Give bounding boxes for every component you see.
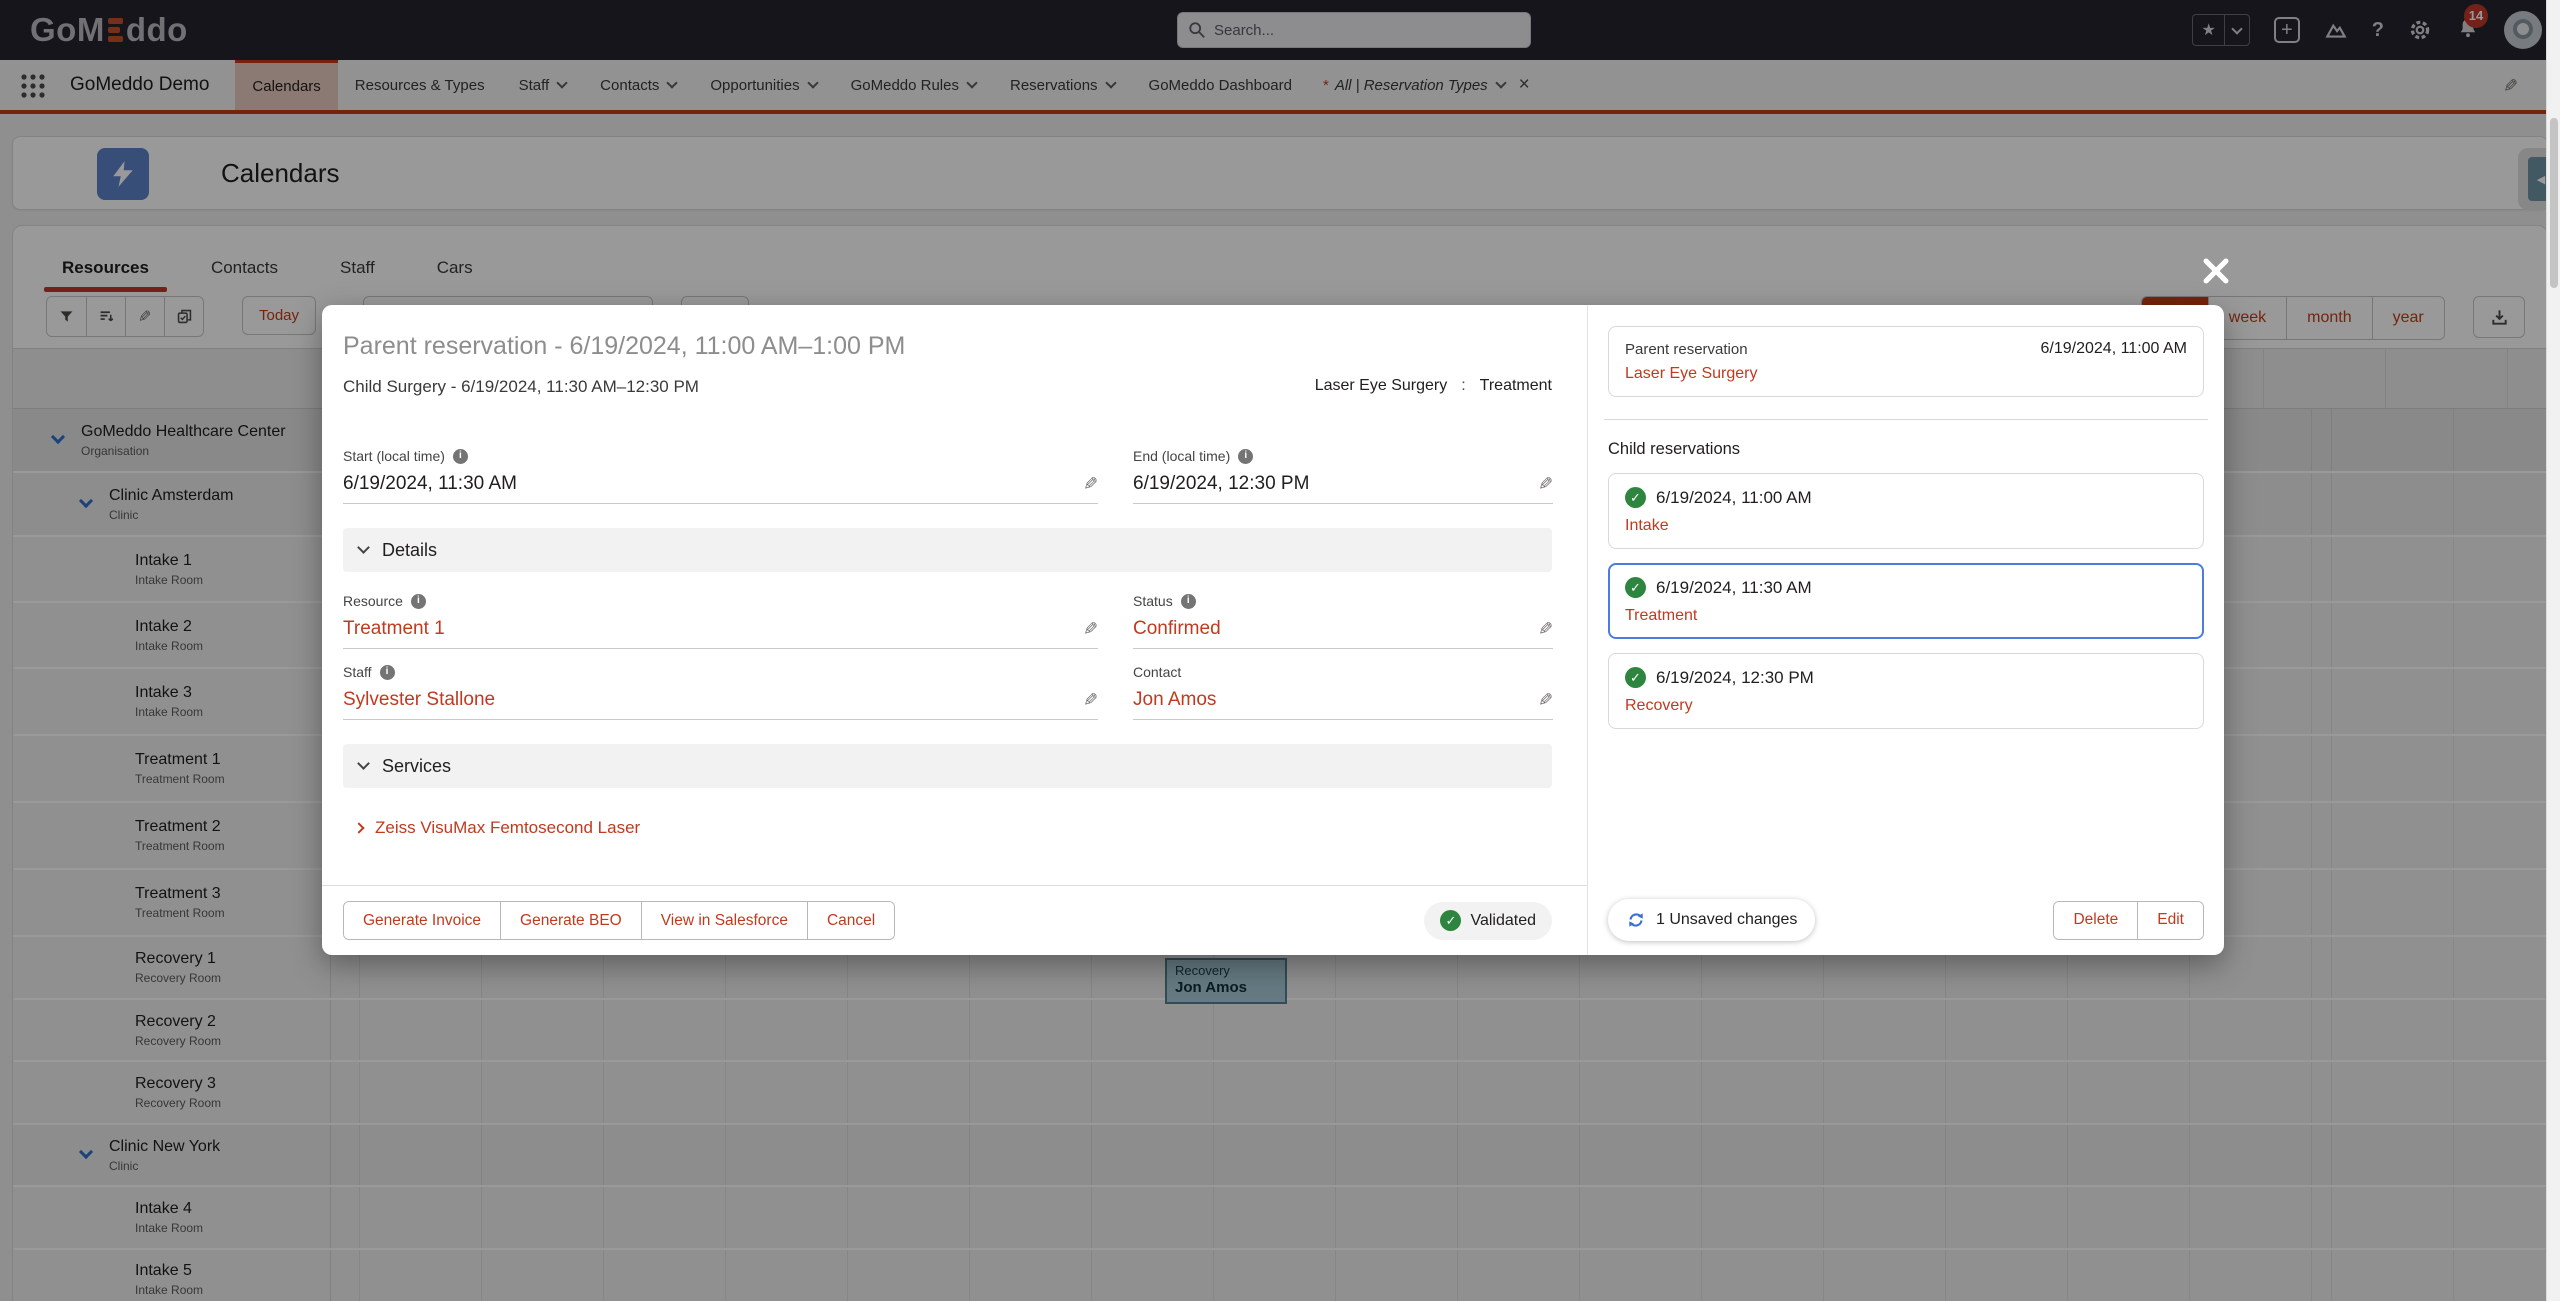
child-link[interactable]: Treatment (1625, 607, 2187, 625)
validated-badge: ✓ Validated (1424, 902, 1552, 940)
modal-close-icon[interactable] (2196, 252, 2236, 292)
info-icon[interactable]: i (411, 594, 426, 609)
parent-reservation-date: 6/19/2024, 11:00 AM (2041, 340, 2187, 358)
end-value: 6/19/2024, 12:30 PM (1133, 473, 1309, 495)
reservation-meta: Laser Eye Surgery:Treatment (1315, 377, 1552, 395)
check-icon: ✓ (1625, 667, 1646, 688)
child-link[interactable]: Recovery (1625, 697, 2187, 715)
meta-reservation-type: Treatment (1480, 377, 1552, 394)
info-icon[interactable]: i (1181, 594, 1196, 609)
child-reservation-card-recovery[interactable]: ✓ 6/19/2024, 12:30 PM Recovery (1608, 653, 2204, 729)
contact-field: Contact Jon Amos ✎ (1133, 663, 1553, 720)
chevron-down-icon (357, 541, 370, 554)
end-field: End (local time) i 6/19/2024, 12:30 PM ✎ (1133, 447, 1553, 504)
staff-label: Staff (343, 663, 372, 681)
status-label: Status (1133, 592, 1173, 610)
resource-field: Resource i Treatment 1 ✎ (343, 592, 1098, 649)
status-link[interactable]: Confirmed (1133, 618, 1221, 640)
start-field: Start (local time) i 6/19/2024, 11:30 AM ✎ (343, 447, 1098, 504)
check-icon: ✓ (1440, 910, 1461, 931)
modal-reservations-panel: Parent reservation 6/19/2024, 11:00 AM L… (1588, 305, 2224, 955)
child-date: 6/19/2024, 12:30 PM (1656, 668, 1814, 688)
services-section-header[interactable]: Services (343, 744, 1552, 788)
contact-label: Contact (1133, 663, 1181, 681)
sync-icon (1626, 910, 1646, 930)
chevron-down-icon (357, 757, 370, 770)
start-label: Start (local time) (343, 447, 445, 465)
modal-detail-section: Parent reservation - 6/19/2024, 11:00 AM… (322, 305, 1588, 955)
status-field: Statusi Confirmed ✎ (1133, 592, 1553, 649)
start-value: 6/19/2024, 11:30 AM (343, 473, 517, 495)
cancel-button[interactable]: Cancel (807, 902, 894, 939)
child-reservation-card-treatment[interactable]: ✓ 6/19/2024, 11:30 AM Treatment (1608, 563, 2204, 639)
edit-pencil-icon[interactable]: ✎ (1538, 618, 1553, 640)
generate-invoice-button[interactable]: Generate Invoice (344, 902, 500, 939)
child-date: 6/19/2024, 11:30 AM (1656, 578, 1812, 598)
check-icon: ✓ (1625, 487, 1646, 508)
staff-link[interactable]: Sylvester Stallone (343, 689, 495, 711)
modal-title: Parent reservation - 6/19/2024, 11:00 AM… (343, 329, 905, 363)
chevron-right-icon (353, 822, 364, 833)
edit-pencil-icon[interactable]: ✎ (1083, 618, 1098, 640)
child-reservations-heading: Child reservations (1608, 440, 2204, 459)
meta-resource-type: Laser Eye Surgery (1315, 377, 1448, 394)
service-link[interactable]: Zeiss VisuMax Femtosecond Laser (355, 818, 1552, 838)
details-section-header[interactable]: Details (343, 528, 1552, 572)
vertical-scrollbar[interactable] (2546, 0, 2560, 1301)
child-date: 6/19/2024, 11:00 AM (1656, 488, 1812, 508)
info-icon[interactable]: i (453, 449, 468, 464)
info-icon[interactable]: i (380, 665, 395, 680)
check-icon: ✓ (1625, 577, 1646, 598)
parent-reservation-label: Parent reservation (1625, 341, 1748, 358)
resource-link[interactable]: Treatment 1 (343, 618, 445, 640)
edit-button[interactable]: Edit (2137, 902, 2203, 939)
reservation-modal: Parent reservation - 6/19/2024, 11:00 AM… (322, 305, 2224, 955)
resource-label: Resource (343, 592, 403, 610)
modal-subtitle: Child Surgery - 6/19/2024, 11:30 AM–12:3… (343, 375, 905, 399)
edit-pencil-icon[interactable]: ✎ (1083, 689, 1098, 711)
child-reservation-card-intake[interactable]: ✓ 6/19/2024, 11:00 AM Intake (1608, 473, 2204, 549)
end-label: End (local time) (1133, 447, 1230, 465)
unsaved-changes-badge: 1 Unsaved changes (1608, 899, 1815, 941)
view-in-salesforce-button[interactable]: View in Salesforce (641, 902, 807, 939)
divider (1604, 419, 2208, 420)
modal-footer-left: Generate Invoice Generate BEO View in Sa… (322, 885, 1587, 955)
edit-pencil-icon[interactable]: ✎ (1538, 689, 1553, 711)
parent-reservation-card[interactable]: Parent reservation 6/19/2024, 11:00 AM L… (1608, 326, 2204, 397)
edit-pencil-icon[interactable]: ✎ (1538, 473, 1553, 495)
staff-field: Staffi Sylvester Stallone ✎ (343, 663, 1098, 720)
modal-footer-right: 1 Unsaved changes Delete Edit (1608, 885, 2204, 955)
scrollbar-thumb[interactable] (2550, 118, 2558, 288)
child-link[interactable]: Intake (1625, 517, 2187, 535)
info-icon[interactable]: i (1238, 449, 1253, 464)
delete-button[interactable]: Delete (2054, 902, 2137, 939)
generate-beo-button[interactable]: Generate BEO (500, 902, 641, 939)
edit-pencil-icon[interactable]: ✎ (1083, 473, 1098, 495)
parent-reservation-link[interactable]: Laser Eye Surgery (1625, 365, 2187, 383)
contact-link[interactable]: Jon Amos (1133, 689, 1216, 711)
